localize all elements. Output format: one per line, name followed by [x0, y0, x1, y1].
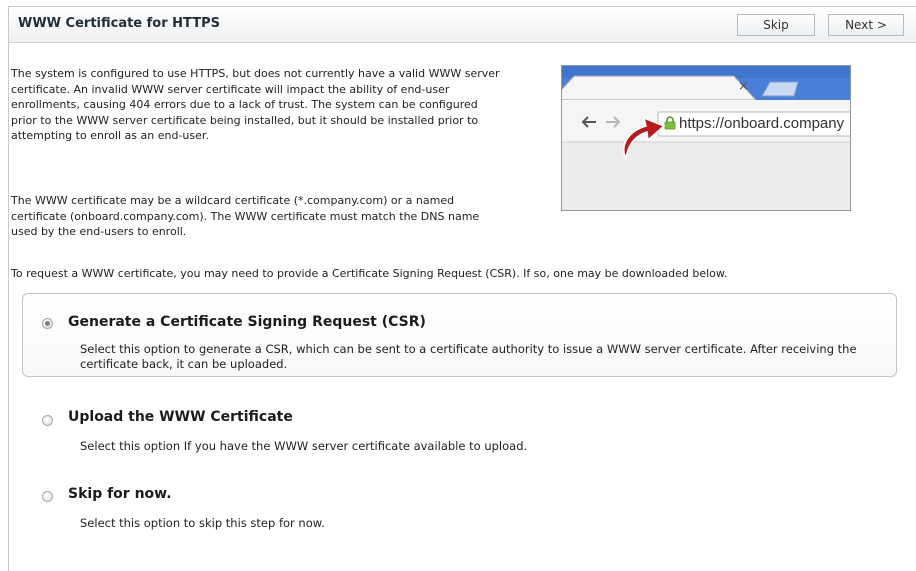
next-button[interactable]: Next >: [828, 14, 904, 36]
option-upload-certificate-title[interactable]: Upload the WWW Certificate: [68, 409, 293, 425]
skip-button[interactable]: Skip: [737, 14, 815, 36]
browser-address-bar-illustration: × https://onboard.company: [561, 65, 851, 211]
option-skip-for-now-title[interactable]: Skip for now.: [68, 486, 172, 502]
back-arrow-icon: [581, 116, 596, 128]
curved-arrow-icon: [623, 116, 666, 161]
browser-illustration-graphic: [562, 66, 850, 210]
option-upload-certificate-description: Select this option If you have the WWW s…: [80, 439, 528, 453]
option-generate-csr-title[interactable]: Generate a Certificate Signing Request (…: [68, 314, 426, 330]
option-generate-csr-description: Select this option to generate a CSR, wh…: [80, 342, 857, 371]
radio-skip-for-now[interactable]: [42, 491, 53, 502]
panel-header: WWW Certificate for HTTPS Skip Next >: [9, 7, 916, 43]
intro-paragraph-csr: To request a WWW certificate, you may ne…: [11, 267, 728, 280]
radio-upload-certificate[interactable]: [42, 415, 53, 426]
tab-close-icon: ×: [738, 79, 749, 94]
option-skip-for-now-description: Select this option to skip this step for…: [80, 516, 325, 530]
page-title: WWW Certificate for HTTPS: [18, 16, 220, 31]
intro-paragraph-wildcard: The WWW certificate may be a wildcard ce…: [11, 194, 480, 238]
address-bar-url: https://onboard.company: [679, 115, 845, 132]
radio-generate-csr[interactable]: [42, 318, 53, 329]
intro-paragraph-https: The system is configured to use HTTPS, b…: [11, 67, 500, 142]
